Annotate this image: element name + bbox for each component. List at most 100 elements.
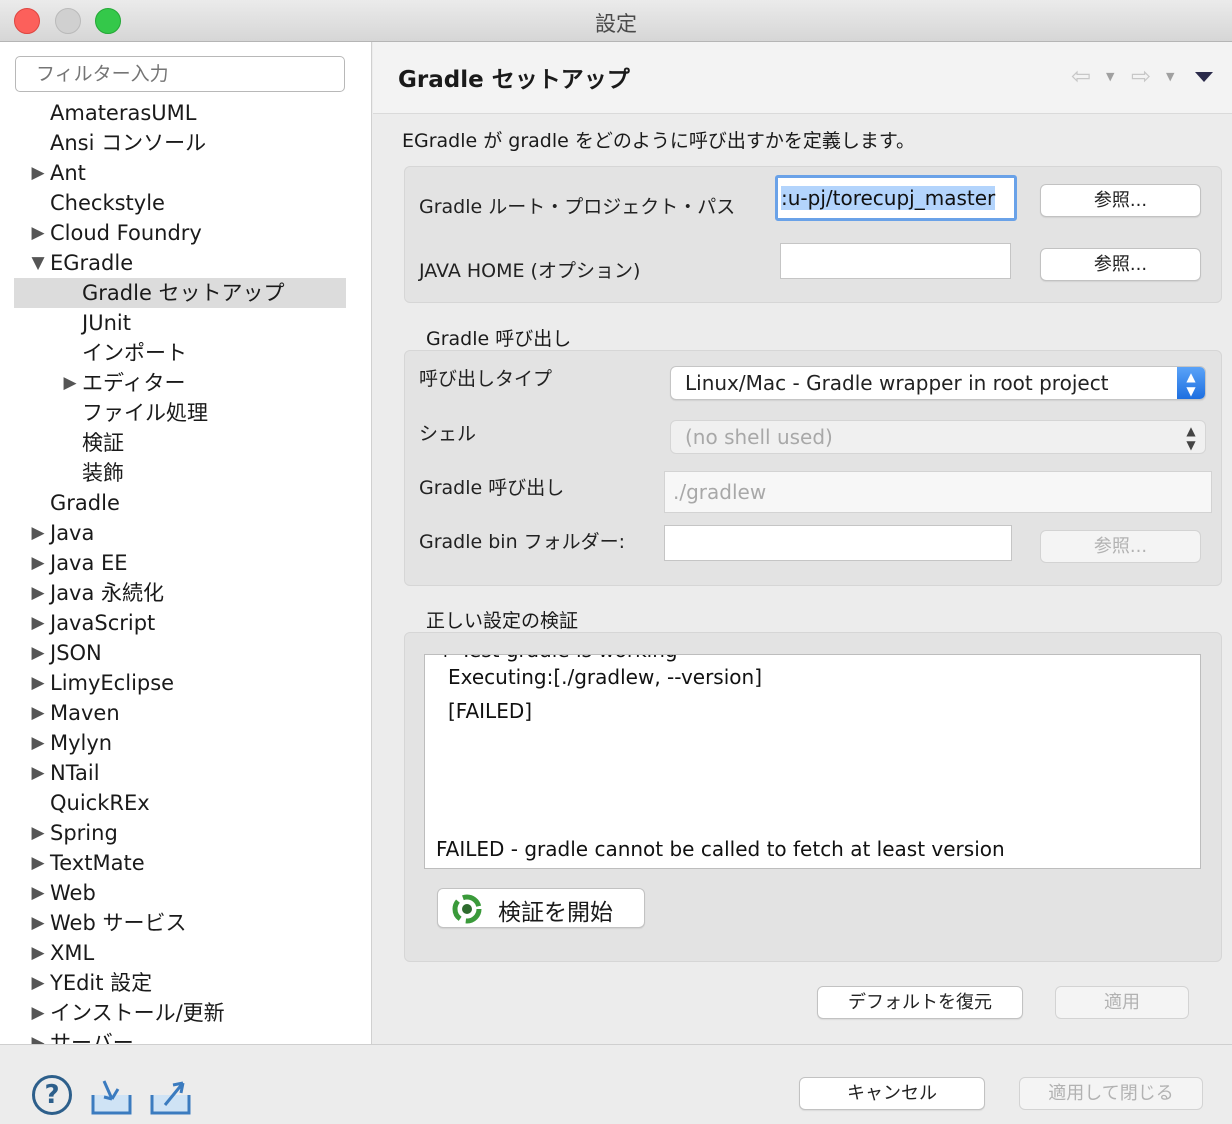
export-preferences-icon[interactable] <box>149 1075 193 1117</box>
java-home-browse-button[interactable]: 参照... <box>1040 248 1201 281</box>
tree-item-xml[interactable]: ▶ XML <box>14 938 346 968</box>
preferences-tree: AmaterasUML Ansi コンソール ▶ Ant Checkstyle ▶… <box>14 98 346 1044</box>
tree-item-ntail[interactable]: ▶ NTail <box>14 758 346 788</box>
expand-arrow-icon[interactable]: ▶ <box>29 938 47 968</box>
gradle-bin-folder-label: Gradle bin フォルダー: <box>419 531 626 553</box>
gradle-bin-folder-input[interactable] <box>664 525 1012 561</box>
collapse-arrow-icon[interactable]: ▼ <box>29 248 47 278</box>
back-history-caret-icon[interactable]: ▼ <box>1106 70 1114 83</box>
log-line-failed: [FAILED] <box>448 699 533 723</box>
tree-item-web[interactable]: ▶ Web <box>14 878 346 908</box>
gradle-bin-browse-button[interactable]: 参照... <box>1040 530 1201 563</box>
tree-item-mylyn[interactable]: ▶ Mylyn <box>14 728 346 758</box>
expand-arrow-icon[interactable]: ▶ <box>29 908 47 938</box>
page-header: Gradle セットアップ ⇦ ▼ ⇨ ▼ <box>373 42 1232 114</box>
back-arrow-icon[interactable]: ⇦ <box>1071 62 1091 90</box>
tree-item-label: Cloud Foundry <box>50 221 202 245</box>
tree-item-label: JSON <box>50 641 102 665</box>
tree-item-cloud-foundry[interactable]: ▶ Cloud Foundry <box>14 218 346 248</box>
forward-arrow-icon[interactable]: ⇨ <box>1131 62 1151 90</box>
tree-item-yedit[interactable]: ▶ YEdit 設定 <box>14 968 346 998</box>
expand-arrow-icon[interactable]: ▶ <box>29 998 47 1028</box>
expand-arrow-icon[interactable]: ▶ <box>29 548 47 578</box>
tree-item-junit[interactable]: JUnit <box>14 308 346 338</box>
expand-arrow-icon[interactable]: ▶ <box>29 1028 47 1044</box>
expand-arrow-icon[interactable]: ▶ <box>29 218 47 248</box>
tree-item-label: Gradle セットアップ <box>82 281 285 305</box>
tree-item-label: インストール/更新 <box>50 1001 225 1025</box>
tree-item-maven[interactable]: ▶ Maven <box>14 698 346 728</box>
invocation-type-select[interactable]: Linux/Mac - Gradle wrapper in root proje… <box>670 366 1206 400</box>
tree-item-web-services[interactable]: ▶ Web サービス <box>14 908 346 938</box>
apply-and-close-button[interactable]: 適用して閉じる <box>1019 1077 1203 1110</box>
tree-item-decoration[interactable]: 装飾 <box>14 458 346 488</box>
tree-item-ant[interactable]: ▶ Ant <box>14 158 346 188</box>
page-description: EGradle が gradle をどのように呼び出すかを定義します。 <box>402 130 915 152</box>
expand-arrow-icon[interactable]: ▶ <box>29 698 47 728</box>
filter-input[interactable] <box>15 56 345 92</box>
paths-group: Gradle ルート・プロジェクト・パス :u-pj/torecupj_mast… <box>404 166 1222 303</box>
log-line-executing: Executing:[./gradlew, --version] <box>448 665 762 689</box>
tree-item-label: Ansi コンソール <box>50 131 207 155</box>
import-preferences-icon[interactable] <box>90 1075 134 1117</box>
view-menu-icon[interactable] <box>1195 72 1213 82</box>
expand-arrow-icon[interactable]: ▶ <box>29 638 47 668</box>
tree-item-gradle[interactable]: Gradle <box>14 488 346 518</box>
expand-arrow-icon[interactable]: ▶ <box>29 518 47 548</box>
start-verification-button[interactable]: 検証を開始 <box>437 888 645 928</box>
tree-item-textmate[interactable]: ▶ TextMate <box>14 848 346 878</box>
tree-item-amaterasuml[interactable]: AmaterasUML <box>14 98 346 128</box>
select-stepper-icon: ▲ ▼ <box>1186 424 1196 452</box>
root-path-input[interactable]: :u-pj/torecupj_master <box>775 175 1017 221</box>
tree-item-limyeclipse[interactable]: ▶ LimyEclipse <box>14 668 346 698</box>
tree-item-file-handling[interactable]: ファイル処理 <box>14 398 346 428</box>
java-home-input[interactable] <box>780 243 1011 279</box>
restore-defaults-button[interactable]: デフォルトを復元 <box>817 986 1023 1019</box>
help-icon[interactable]: ? <box>32 1075 72 1115</box>
expand-arrow-icon[interactable]: ▶ <box>29 758 47 788</box>
tree-item-install-update[interactable]: ▶ インストール/更新 <box>14 998 346 1028</box>
tree-item-label: Ant <box>50 161 86 185</box>
tree-item-ansi-console[interactable]: Ansi コンソール <box>14 128 346 158</box>
expand-arrow-icon[interactable]: ▶ <box>61 368 79 398</box>
tree-item-spring[interactable]: ▶ Spring <box>14 818 346 848</box>
tree-item-quickrex[interactable]: QuickREx <box>14 788 346 818</box>
expand-arrow-icon[interactable]: ▶ <box>29 668 47 698</box>
tree-item-validation[interactable]: 検証 <box>14 428 346 458</box>
expand-arrow-icon[interactable]: ▶ <box>29 608 47 638</box>
expand-arrow-icon[interactable]: ▶ <box>29 578 47 608</box>
select-stepper-icon: ▲ ▼ <box>1177 367 1205 399</box>
cancel-button[interactable]: キャンセル <box>799 1077 985 1110</box>
expand-arrow-icon[interactable]: ▶ <box>29 728 47 758</box>
expand-arrow-icon[interactable]: ▶ <box>29 878 47 908</box>
expand-arrow-icon[interactable]: ▶ <box>29 818 47 848</box>
tree-item-java-ee[interactable]: ▶ Java EE <box>14 548 346 578</box>
tree-item-import[interactable]: インポート <box>14 338 346 368</box>
invocation-section-title: Gradle 呼び出し <box>426 328 572 350</box>
tree-item-json[interactable]: ▶ JSON <box>14 638 346 668</box>
forward-history-caret-icon[interactable]: ▼ <box>1166 70 1174 83</box>
tree-item-label: JavaScript <box>50 611 156 635</box>
verification-log[interactable]: + Test gradle is working Executing:[./gr… <box>424 654 1201 869</box>
tree-item-server[interactable]: ▶ サーバー <box>14 1028 346 1044</box>
shell-select[interactable]: (no shell used) ▲ ▼ <box>670 420 1206 454</box>
tree-item-label: AmaterasUML <box>50 101 197 125</box>
root-path-browse-button[interactable]: 参照... <box>1040 184 1201 217</box>
preferences-sidebar: AmaterasUML Ansi コンソール ▶Ant Checkstyle ▶… <box>0 42 372 1044</box>
tree-item-egradle[interactable]: ▼ EGradle <box>14 248 346 278</box>
tree-item-checkstyle[interactable]: Checkstyle <box>14 188 346 218</box>
tree-item-label: Spring <box>50 821 118 845</box>
tree-item-editor[interactable]: ▶ エディター <box>14 368 346 398</box>
expand-arrow-icon[interactable]: ▶ <box>29 968 47 998</box>
title-bar: 設定 <box>0 0 1232 42</box>
tree-item-javascript[interactable]: ▶ JavaScript <box>14 608 346 638</box>
tree-item-java-persistence[interactable]: ▶ Java 永続化 <box>14 578 346 608</box>
gradle-call-input[interactable]: ./gradlew <box>664 471 1212 513</box>
preference-page: Gradle セットアップ ⇦ ▼ ⇨ ▼ EGradle が gradle を… <box>373 42 1232 1044</box>
apply-button[interactable]: 適用 <box>1055 986 1189 1019</box>
tree-item-gradle-setup[interactable]: Gradle セットアップ <box>14 278 346 308</box>
expand-arrow-icon[interactable]: ▶ <box>29 158 47 188</box>
tree-item-java[interactable]: ▶ Java <box>14 518 346 548</box>
page-title: Gradle セットアップ <box>398 67 630 93</box>
expand-arrow-icon[interactable]: ▶ <box>29 848 47 878</box>
